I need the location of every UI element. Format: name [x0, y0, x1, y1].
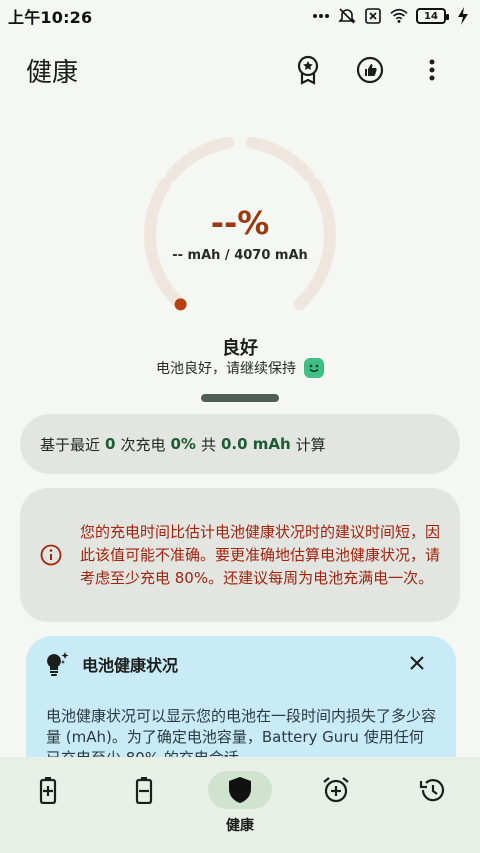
stats-prefix: 基于最近	[40, 435, 101, 454]
health-percent: --%	[210, 204, 270, 242]
stats-total-text: 共	[200, 435, 216, 454]
stats-suffix: 计算	[295, 435, 326, 454]
info-card-title: 电池健康状况	[82, 656, 179, 675]
more-vert-icon	[429, 59, 435, 81]
stats-charges-count: 0	[105, 435, 116, 453]
nav-item-health[interactable]: 健康	[200, 771, 280, 835]
wifi-icon	[390, 7, 408, 25]
smile-face-icon	[304, 358, 324, 378]
stats-charges-text: 次充电	[120, 435, 166, 454]
health-description: 电池良好，请继续保持	[0, 358, 480, 378]
warning-text: 您的充电时间比估计电池健康状况时的建议时间短，因此该值可能不准确。要更准确地估算…	[80, 522, 441, 587]
nav-item-history[interactable]	[392, 771, 472, 815]
battery-charge-icon	[39, 777, 57, 804]
shield-icon	[229, 777, 251, 803]
nav-pill	[16, 771, 80, 809]
nav-pill-active	[208, 771, 272, 809]
nav-label-health: 健康	[226, 818, 254, 834]
app-bar-actions	[286, 48, 454, 92]
nav-item-charging[interactable]	[8, 771, 88, 815]
info-card-header: 电池健康状况	[44, 650, 178, 678]
battery-discharge-icon	[135, 777, 153, 804]
nav-pill	[304, 771, 368, 809]
nav-item-alarm[interactable]	[296, 771, 376, 815]
history-icon	[419, 779, 445, 802]
overflow-menu-button[interactable]	[410, 48, 454, 92]
charging-bolt-icon	[454, 7, 472, 25]
nav-pill	[400, 771, 464, 809]
gauge-level-dot	[174, 298, 187, 311]
health-description-text: 电池良好，请继续保持	[156, 361, 296, 377]
sim-x-icon	[364, 7, 382, 25]
capacity-readout: -- mAh / 4070 mAh	[172, 248, 308, 263]
status-icons: 14	[312, 7, 472, 25]
badge-button[interactable]	[286, 48, 330, 92]
thumb-up-icon	[356, 56, 384, 84]
more-dots-icon	[312, 7, 330, 25]
badge-icon	[297, 55, 319, 85]
status-bar: 上午10:26 14	[0, 0, 480, 32]
stats-card: 基于最近 0 次充电 0% 共 0.0 mAh 计算	[20, 414, 460, 474]
nav-item-discharging[interactable]	[104, 771, 184, 815]
bottom-navigation: 健康	[0, 757, 480, 853]
mute-icon	[338, 7, 356, 25]
stats-percent: 0%	[170, 435, 196, 453]
battery-health-gauge: --% -- mAh / 4070 mAh	[130, 128, 350, 328]
nav-pill	[112, 771, 176, 809]
stats-mah: 0.0 mAh	[220, 435, 291, 453]
info-icon	[40, 544, 62, 566]
battery-icon: 14	[416, 8, 449, 24]
status-time: 上午10:26	[8, 8, 93, 27]
alarm-add-icon	[323, 777, 349, 803]
health-status-label: 良好	[222, 338, 258, 359]
drag-handle[interactable]	[201, 394, 279, 402]
lightbulb-icon	[47, 652, 69, 676]
app-bar: 健康	[0, 40, 480, 100]
page-title: 健康	[26, 57, 79, 88]
close-icon[interactable]	[406, 652, 428, 674]
accuracy-warning-card: 您的充电时间比估计电池健康状况时的建议时间短，因此该值可能不准确。要更准确地估算…	[20, 488, 460, 622]
rate-button[interactable]	[348, 48, 392, 92]
battery-level: 14	[424, 10, 438, 22]
